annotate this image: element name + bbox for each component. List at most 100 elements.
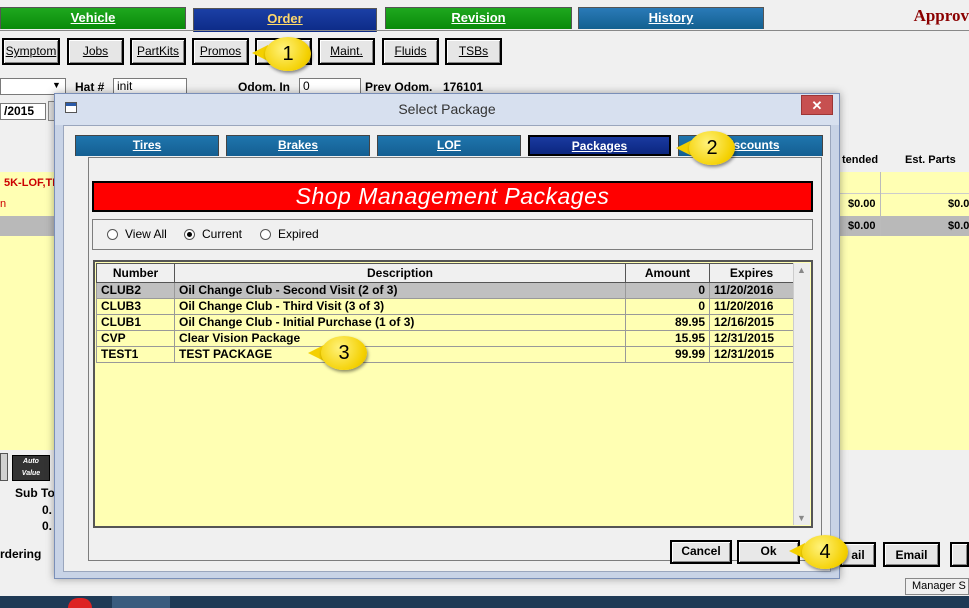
callout-2: 2 xyxy=(689,131,735,165)
package-number[interactable]: TEST1 xyxy=(96,346,175,363)
hat-label: Hat # xyxy=(75,80,105,94)
close-icon[interactable]: ✕ xyxy=(801,95,833,115)
package-expires[interactable]: 11/20/2016 xyxy=(709,282,794,299)
tab-vehicle[interactable]: Vehicle xyxy=(0,7,186,29)
partial-right-button[interactable] xyxy=(950,542,969,567)
sub-total-label: Sub To xyxy=(15,486,55,500)
amount-column-header[interactable]: Amount xyxy=(625,263,710,283)
right-row-1 xyxy=(840,172,969,194)
est-parts-total: $0.0 xyxy=(948,220,969,232)
package-description[interactable]: TEST PACKAGE xyxy=(174,346,626,363)
tsbs-button[interactable]: TSBs xyxy=(445,38,502,65)
package-filter-group: View All Current Expired xyxy=(92,219,813,250)
jobs-button[interactable]: Jobs xyxy=(67,38,124,65)
table-row[interactable]: CVP Clear Vision Package 15.95 12/31/201… xyxy=(96,330,794,347)
expired-label[interactable]: Expired xyxy=(278,227,319,241)
chevron-down-icon[interactable]: ▼ xyxy=(52,80,61,90)
extended-total: $0.00 xyxy=(848,220,876,232)
package-expires[interactable]: 12/16/2015 xyxy=(709,314,794,331)
ordering-label: rdering xyxy=(0,547,42,561)
manager-status: Manager S xyxy=(905,578,969,595)
extended-value: $0.00 xyxy=(848,198,876,210)
cancel-button[interactable]: Cancel xyxy=(670,540,732,564)
est-parts-column-header: Est. Parts xyxy=(905,154,956,166)
table-row[interactable]: CLUB2 Oil Change Club - Second Visit (2 … xyxy=(96,282,794,299)
tab-brakes[interactable]: Brakes xyxy=(226,135,370,156)
taskbar-active-app[interactable] xyxy=(112,596,170,608)
column-divider xyxy=(880,172,881,236)
package-amount[interactable]: 0 xyxy=(625,282,710,299)
odom-in-label: Odom. In xyxy=(238,80,290,94)
left-action-button[interactable] xyxy=(0,453,8,481)
table-row[interactable]: CLUB3 Oil Change Club - Third Visit (3 o… xyxy=(96,298,794,315)
package-description[interactable]: Oil Change Club - Second Visit (2 of 3) xyxy=(174,282,626,299)
package-number[interactable]: CVP xyxy=(96,330,175,347)
est-parts-value: $0.0 xyxy=(948,198,969,210)
view-all-label[interactable]: View All xyxy=(125,227,167,241)
package-amount[interactable]: 99.99 xyxy=(625,346,710,363)
tab-history[interactable]: History xyxy=(578,7,764,29)
email-button[interactable]: Email xyxy=(883,542,940,567)
dialog-title: Select Package xyxy=(398,101,496,117)
expired-radio[interactable] xyxy=(260,229,271,240)
package-amount[interactable]: 15.95 xyxy=(625,330,710,347)
job-total-row-fragment xyxy=(0,216,54,236)
maint-button[interactable]: Maint. xyxy=(318,38,375,65)
tab-lof[interactable]: LOF xyxy=(377,135,521,156)
jobs-list-area-right xyxy=(840,236,969,450)
extended-column-header: tended xyxy=(842,154,879,166)
package-expires[interactable]: 11/20/2016 xyxy=(709,298,794,315)
autovalue-logo[interactable]: Auto Value xyxy=(12,455,50,481)
symptom-button[interactable]: Symptom xyxy=(2,38,60,65)
package-number[interactable]: CLUB2 xyxy=(96,282,175,299)
grid-scrollbar[interactable]: ▲ ▼ xyxy=(793,263,810,525)
partkits-button[interactable]: PartKits xyxy=(130,38,186,65)
callout-3: 3 xyxy=(321,336,367,370)
prev-odom-value: 176101 xyxy=(443,80,484,94)
package-number[interactable]: CLUB1 xyxy=(96,314,175,331)
current-label[interactable]: Current xyxy=(202,227,242,241)
package-amount[interactable]: 89.95 xyxy=(625,314,710,331)
approval-status: Approv xyxy=(913,6,969,25)
package-table: Number Description Amount Expires CLUB2 … xyxy=(96,263,794,363)
tab-packages[interactable]: Packages xyxy=(528,135,671,156)
job-row-fragment xyxy=(0,194,54,216)
table-row[interactable]: CLUB1 Oil Change Club - Initial Purchase… xyxy=(96,314,794,331)
prev-odom-label: Prev Odom. xyxy=(365,80,433,94)
package-description[interactable]: Oil Change Club - Initial Purchase (1 of… xyxy=(174,314,626,331)
package-number[interactable]: CLUB3 xyxy=(96,298,175,315)
taskbar xyxy=(0,596,969,608)
description-column-header[interactable]: Description xyxy=(174,263,626,283)
tab-divider xyxy=(0,30,969,31)
dialog-titlebar[interactable]: Select Package ✕ xyxy=(55,94,839,125)
table-row[interactable]: TEST1 TEST PACKAGE 99.99 12/31/2015 xyxy=(96,346,794,363)
sub-total-value-2: 0. xyxy=(42,519,53,533)
package-expires[interactable]: 12/31/2015 xyxy=(709,330,794,347)
view-all-radio[interactable] xyxy=(107,229,118,240)
expires-column-header[interactable]: Expires xyxy=(709,263,794,283)
sub-total-value-1: 0. xyxy=(42,503,53,517)
scroll-up-icon[interactable]: ▲ xyxy=(797,265,806,275)
package-expires[interactable]: 12/31/2015 xyxy=(709,346,794,363)
date-field[interactable]: /2015 xyxy=(0,103,46,120)
promos-button[interactable]: Promos xyxy=(192,38,249,65)
tab-order[interactable]: Order xyxy=(193,8,377,32)
callout-4: 4 xyxy=(802,535,848,569)
fluids-button[interactable]: Fluids xyxy=(382,38,439,65)
job-code-fragment: 5K-LOF,TI xyxy=(4,177,56,189)
current-radio[interactable] xyxy=(184,229,195,240)
scroll-down-icon[interactable]: ▼ xyxy=(797,513,806,523)
package-amount[interactable]: 0 xyxy=(625,298,710,315)
taskbar-app-icon[interactable] xyxy=(68,598,92,608)
package-grid: Number Description Amount Expires CLUB2 … xyxy=(93,260,813,528)
callout-1: 1 xyxy=(265,37,311,71)
job-desc-fragment: n xyxy=(0,198,7,210)
tab-tires[interactable]: Tires xyxy=(75,135,219,156)
jobs-list-area-left xyxy=(0,236,54,450)
package-description[interactable]: Clear Vision Package xyxy=(174,330,626,347)
jobs-header-fragment xyxy=(0,148,54,172)
package-description[interactable]: Oil Change Club - Third Visit (3 of 3) xyxy=(174,298,626,315)
select-package-dialog: Select Package ✕ Tires Brakes LOF Packag… xyxy=(54,93,840,579)
number-column-header[interactable]: Number xyxy=(96,263,175,283)
tab-revision[interactable]: Revision xyxy=(385,7,572,29)
